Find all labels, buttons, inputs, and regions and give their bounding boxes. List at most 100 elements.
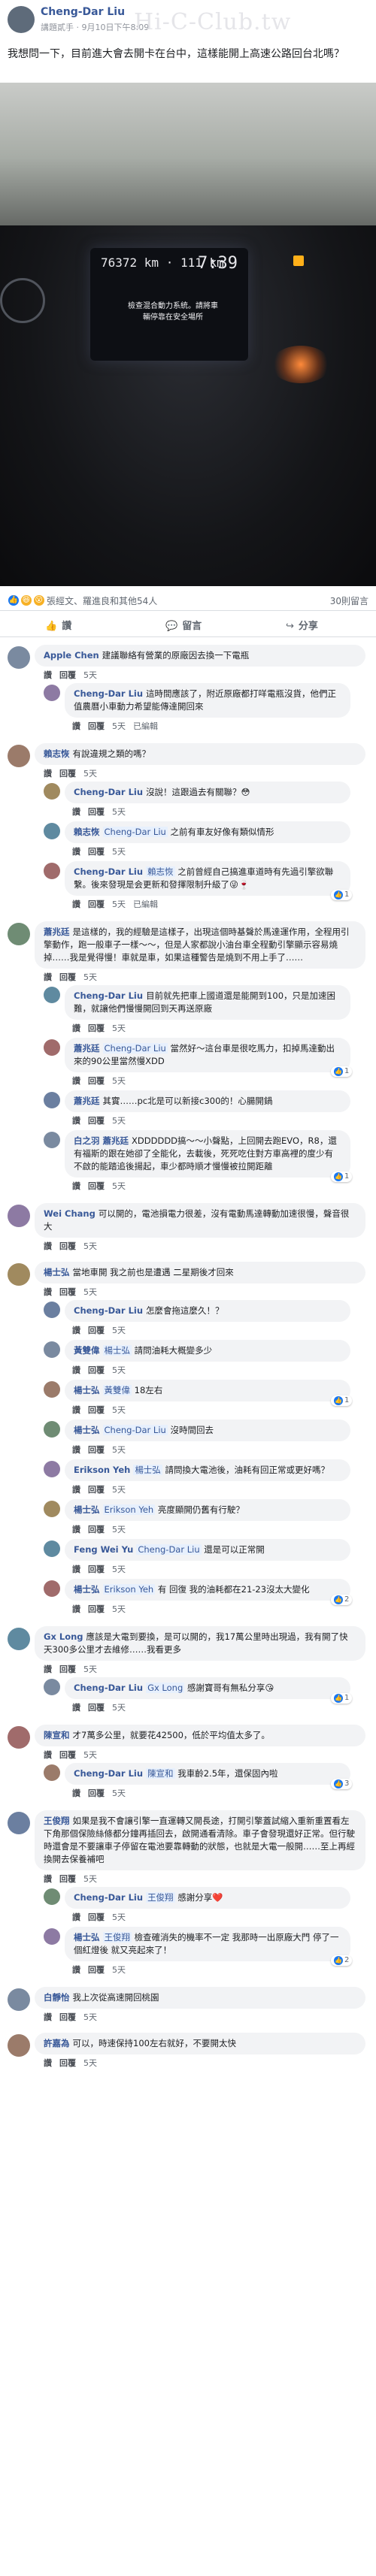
reply-avatar[interactable]	[44, 1764, 60, 1781]
mention-tag[interactable]: Cheng-Dar Liu	[102, 827, 168, 837]
mention-tag[interactable]: Gx Long	[146, 1683, 185, 1693]
reply-reply-link[interactable]: 回覆	[88, 1116, 105, 1126]
comment-like-link[interactable]: 讚	[44, 1241, 52, 1251]
reply-avatar[interactable]	[44, 685, 60, 701]
comment-button[interactable]: 💬 留言	[165, 618, 202, 632]
mention-tag[interactable]: 王俊翔	[102, 1932, 132, 1943]
commenter-name[interactable]: 許嘉為	[44, 2038, 70, 2048]
comment-like-link[interactable]: 讚	[44, 972, 52, 982]
commenter-avatar[interactable]	[8, 646, 30, 669]
commenter-name[interactable]: 楊士弘	[74, 1504, 100, 1515]
commenter-avatar[interactable]	[8, 923, 30, 945]
reaction-badge[interactable]: 👍 3	[331, 1779, 353, 1789]
comment-reply-link[interactable]: 回覆	[59, 2058, 76, 2068]
commenter-name[interactable]: 楊士弘	[74, 1932, 100, 1943]
comment-reply-link[interactable]: 回覆	[59, 972, 76, 982]
reply-reply-link[interactable]: 回覆	[88, 1965, 105, 1975]
commenter-name[interactable]: 楊士弘	[74, 1584, 100, 1595]
reaction-badge[interactable]: 👍 2	[331, 1595, 353, 1605]
reply-reply-link[interactable]: 回覆	[88, 1525, 105, 1534]
commenter-name[interactable]: Cheng-Dar Liu	[74, 1768, 143, 1779]
commenter-name[interactable]: 楊士弘	[44, 1267, 70, 1277]
commenter-name[interactable]: 白靜怡	[44, 1992, 70, 2003]
mention-tag[interactable]: 楊士弘	[102, 1345, 132, 1356]
reply-like-link[interactable]: 讚	[72, 1365, 80, 1375]
reply-reply-link[interactable]: 回覆	[88, 1076, 105, 1086]
reply-like-link[interactable]: 讚	[72, 1604, 80, 1614]
reply-reply-link[interactable]: 回覆	[88, 1445, 105, 1455]
author-name[interactable]: Cheng-Dar Liu	[41, 6, 125, 18]
mention-tag[interactable]: Erikson Yeh	[102, 1584, 156, 1595]
commenter-name[interactable]: Gx Long	[44, 1631, 83, 1642]
reply-like-link[interactable]: 讚	[72, 1525, 80, 1534]
reply-avatar[interactable]	[44, 1302, 60, 1318]
reply-avatar[interactable]	[44, 1461, 60, 1477]
share-button[interactable]: ↪ 分享	[286, 618, 318, 632]
commenter-name[interactable]: Wei Chang	[44, 1208, 96, 1219]
commenter-avatar[interactable]	[8, 745, 30, 767]
commenter-name[interactable]: Feng Wei Yu	[74, 1544, 133, 1555]
reply-like-link[interactable]: 讚	[72, 847, 80, 857]
commenter-name[interactable]: 白之羽 蕭兆廷	[74, 1135, 129, 1146]
commenter-name[interactable]: 蕭兆廷	[44, 927, 70, 937]
reply-like-link[interactable]: 讚	[72, 1405, 80, 1415]
reply-avatar[interactable]	[44, 1132, 60, 1148]
reply-reply-link[interactable]: 回覆	[88, 1405, 105, 1415]
reply-reply-link[interactable]: 回覆	[88, 1181, 105, 1191]
commenter-name[interactable]: 王俊翔	[44, 1816, 70, 1826]
mention-tag[interactable]: 黃雙偉	[102, 1385, 132, 1395]
reply-reply-link[interactable]: 回覆	[88, 807, 105, 817]
reply-like-link[interactable]: 讚	[72, 1181, 80, 1191]
reply-reply-link[interactable]: 回覆	[88, 1365, 105, 1375]
commenter-name[interactable]: 楊士弘	[74, 1425, 100, 1435]
reply-reply-link[interactable]: 回覆	[88, 1912, 105, 1922]
author-avatar[interactable]	[8, 6, 35, 33]
comment-like-link[interactable]: 讚	[44, 2058, 52, 2068]
reply-reply-link[interactable]: 回覆	[88, 1565, 105, 1574]
comment-reply-link[interactable]: 回覆	[59, 1287, 76, 1297]
reply-like-link[interactable]: 讚	[72, 1703, 80, 1713]
commenter-name[interactable]: Erikson Yeh	[74, 1465, 130, 1475]
comment-like-link[interactable]: 讚	[44, 670, 52, 680]
mention-tag[interactable]: Erikson Yeh	[102, 1504, 156, 1515]
commenter-name[interactable]: 賴志恢	[44, 748, 70, 759]
mention-tag[interactable]: Cheng-Dar Liu	[102, 1425, 168, 1435]
reply-avatar[interactable]	[44, 1341, 60, 1358]
reply-avatar[interactable]	[44, 1501, 60, 1517]
comment-like-link[interactable]: 讚	[44, 2012, 52, 2022]
mention-tag[interactable]: 陳宣和	[146, 1768, 175, 1779]
commenter-avatar[interactable]	[8, 1812, 30, 1834]
comment-reply-link[interactable]: 回覆	[59, 1874, 76, 1884]
reply-like-link[interactable]: 讚	[72, 1076, 80, 1086]
reply-like-link[interactable]: 讚	[72, 1912, 80, 1922]
comment-like-link[interactable]: 讚	[44, 1664, 52, 1674]
commenter-name[interactable]: Apple Chen	[44, 650, 99, 661]
reply-reply-link[interactable]: 回覆	[88, 1485, 105, 1495]
mention-tag[interactable]: Cheng-Dar Liu	[136, 1544, 202, 1555]
reply-reply-link[interactable]: 回覆	[88, 1788, 105, 1798]
reply-avatar[interactable]	[44, 1421, 60, 1438]
reply-avatar[interactable]	[44, 1381, 60, 1398]
reply-avatar[interactable]	[44, 1888, 60, 1905]
comment-reply-link[interactable]: 回覆	[59, 769, 76, 779]
reply-avatar[interactable]	[44, 863, 60, 879]
commenter-name[interactable]: Cheng-Dar Liu	[74, 1683, 143, 1693]
commenter-avatar[interactable]	[8, 1263, 30, 1286]
comment-reply-link[interactable]: 回覆	[59, 2012, 76, 2022]
comment-reply-link[interactable]: 回覆	[59, 1664, 76, 1674]
commenter-avatar[interactable]	[8, 1988, 30, 2011]
commenter-name[interactable]: Cheng-Dar Liu	[74, 688, 143, 699]
reply-reply-link[interactable]: 回覆	[88, 1023, 105, 1033]
reaction-badge[interactable]: 👍 1	[331, 1395, 353, 1406]
commenter-name[interactable]: Cheng-Dar Liu	[74, 1305, 143, 1316]
reply-like-link[interactable]: 讚	[72, 807, 80, 817]
reply-avatar[interactable]	[44, 783, 60, 800]
comment-reply-link[interactable]: 回覆	[59, 670, 76, 680]
mention-tag[interactable]: 楊士弘	[133, 1465, 162, 1475]
reply-like-link[interactable]: 讚	[72, 1023, 80, 1033]
commenter-name[interactable]: 楊士弘	[74, 1385, 100, 1395]
reply-avatar[interactable]	[44, 1580, 60, 1597]
mention-tag[interactable]: Cheng-Dar Liu	[102, 1043, 168, 1054]
reply-avatar[interactable]	[44, 1039, 60, 1056]
reaction-badge[interactable]: 👍 1	[331, 890, 353, 900]
